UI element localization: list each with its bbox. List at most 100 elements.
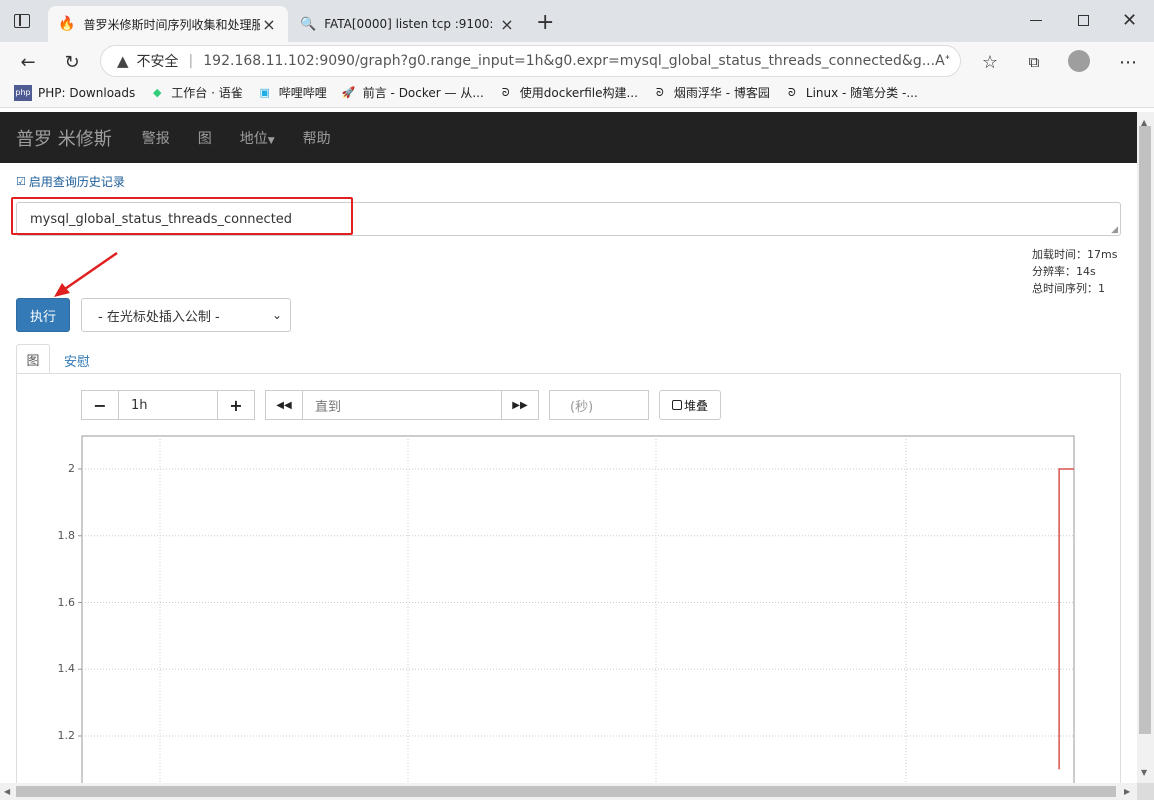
resize-handle-icon[interactable]: ◢ bbox=[1111, 225, 1118, 235]
url-text: 192.168.11.102:9090/graph?g0.range_input… bbox=[203, 53, 936, 69]
time-series-chart bbox=[78, 435, 1075, 783]
prometheus-favicon-icon: 🔥 bbox=[58, 16, 76, 32]
range-decrease-button[interactable]: − bbox=[81, 390, 119, 420]
time-forward-button[interactable]: ▶▶ bbox=[501, 390, 539, 420]
cnblogs-icon: ᘐ bbox=[656, 85, 664, 99]
favorites-icon[interactable]: ☆ bbox=[976, 48, 1004, 76]
scrollbar-corner bbox=[1137, 783, 1154, 800]
end-time-input[interactable]: 直到 bbox=[302, 390, 502, 420]
bookmark-label: 使用dockerfile构建... bbox=[519, 86, 638, 100]
more-menu-icon[interactable]: ⋯ bbox=[1114, 48, 1142, 76]
series-line bbox=[1058, 468, 1074, 770]
annotation-highlight-box bbox=[11, 197, 353, 235]
scroll-right-icon[interactable]: ▶ bbox=[1124, 787, 1130, 796]
search-favicon-icon: 🔍 bbox=[300, 16, 317, 32]
bookmark-label: 烟雨浮华 - 博客园 bbox=[673, 86, 770, 100]
browser-tab-active[interactable]: 🔥 普罗米修斯时间序列收集和处理服务器 × bbox=[48, 6, 288, 42]
scrollbar-thumb[interactable] bbox=[1139, 126, 1151, 734]
close-tab-icon[interactable]: × bbox=[260, 15, 278, 34]
warning-icon: ▲ bbox=[117, 52, 129, 70]
maximize-icon[interactable] bbox=[1078, 15, 1089, 26]
vertical-scrollbar[interactable]: ▲ ▼ bbox=[1137, 112, 1154, 800]
yuque-icon: ◆ bbox=[153, 86, 162, 99]
minimize-icon[interactable] bbox=[1030, 20, 1042, 21]
nav-help[interactable]: 帮助 bbox=[303, 128, 331, 148]
execute-button[interactable]: 执行 bbox=[16, 298, 70, 332]
y-tick-label: 1.4 bbox=[57, 662, 76, 676]
bookmark-item[interactable]: ᘐ 烟雨浮华 - 博客园 bbox=[652, 84, 770, 101]
horizontal-scrollbar[interactable]: ◀ ▶ bbox=[0, 783, 1137, 800]
insert-metric-label: - 在光标处插入公制 - bbox=[98, 309, 220, 325]
tab-graph[interactable]: 图 bbox=[16, 344, 50, 374]
read-aloud-icon[interactable]: Aᐩ bbox=[935, 53, 950, 69]
nav-alerts[interactable]: 警报 bbox=[142, 128, 170, 148]
nav-status[interactable]: 地位▼ bbox=[240, 128, 275, 148]
query-history-label: 启用查询历史记录 bbox=[28, 175, 125, 189]
bookmark-label: 哔哩哔哩 bbox=[278, 86, 327, 100]
total-series: 总时间序列：1 bbox=[1032, 282, 1105, 295]
annotation-arrow bbox=[54, 251, 118, 297]
bookmark-item[interactable]: ▣ 哔哩哔哩 bbox=[257, 84, 327, 101]
load-time: 加载时间：17ms bbox=[1032, 248, 1118, 261]
chevron-down-icon: ⌄ bbox=[271, 308, 282, 322]
rocket-icon: 🚀 bbox=[341, 86, 356, 99]
bookmark-label: 工作台 · 语雀 bbox=[171, 86, 243, 100]
bilibili-icon: ▣ bbox=[259, 86, 270, 99]
hscrollbar-thumb[interactable] bbox=[16, 786, 1116, 797]
y-tick-label: 1.6 bbox=[57, 595, 76, 609]
y-tick-label: 1.2 bbox=[57, 729, 76, 742]
profile-avatar[interactable] bbox=[1068, 50, 1090, 72]
browser-tab[interactable]: 🔍 FATA[0000] listen tcp :9100: bind: add… bbox=[290, 6, 526, 42]
query-stats: 加载时间：17ms 分辨率：14s 总时间序列：1 bbox=[1032, 246, 1117, 297]
tab-title: 普罗米修斯时间序列收集和处理服务器 bbox=[83, 17, 260, 32]
php-icon: php bbox=[14, 84, 32, 101]
browser-tab-bar: 🔥 普罗米修斯时间序列收集和处理服务器 × 🔍 FATA[0000] liste… bbox=[0, 0, 1154, 42]
bookmark-item[interactable]: php PHP: Downloads bbox=[14, 84, 136, 101]
query-history-toggle[interactable]: ☑ 启用查询历史记录 bbox=[16, 173, 125, 190]
bookmark-item[interactable]: 🚀 前言 - Docker — 从... bbox=[341, 84, 484, 101]
back-icon[interactable]: ← bbox=[14, 48, 42, 76]
tab-console-label: 安慰 bbox=[64, 355, 91, 370]
time-back-button[interactable]: ◀◀ bbox=[265, 390, 303, 420]
security-label: 不安全 bbox=[136, 54, 179, 70]
tab-title: FATA[0000] listen tcp :9100: bind: addre… bbox=[324, 17, 498, 31]
brand-logo[interactable]: 普罗 米修斯 bbox=[16, 125, 112, 151]
collections-icon[interactable]: ⧉ bbox=[1020, 48, 1048, 76]
fast-backward-icon: ◀◀ bbox=[276, 399, 292, 411]
nav-status-label: 地位 bbox=[239, 130, 268, 147]
address-bar[interactable]: ▲ 不安全 | 192.168.11.102:9090/graph?g0.ran… bbox=[100, 45, 961, 77]
bookmark-item[interactable]: ᘐ Linux - 随笔分类 -... bbox=[784, 84, 918, 101]
stacked-label: 堆叠 bbox=[683, 398, 708, 413]
cnblogs-icon: ᘐ bbox=[788, 85, 796, 99]
close-window-icon[interactable]: ✕ bbox=[1122, 10, 1137, 31]
insert-metric-select[interactable]: - 在光标处插入公制 - ⌄ bbox=[81, 298, 291, 332]
scroll-down-icon[interactable]: ▼ bbox=[1141, 768, 1147, 777]
range-input[interactable]: 1h bbox=[118, 390, 218, 420]
close-tab-icon[interactable]: × bbox=[498, 15, 516, 34]
bookmark-label: 前言 - Docker — 从... bbox=[362, 86, 484, 100]
cnblogs-icon: ᘐ bbox=[501, 85, 510, 99]
caret-down-icon: ▼ bbox=[267, 135, 275, 146]
tab-graph-label: 图 bbox=[26, 354, 40, 369]
resolution: 分辨率：14s bbox=[1032, 265, 1096, 278]
plot-frame bbox=[81, 435, 1075, 783]
y-tick-label: 2 bbox=[68, 462, 75, 475]
stacked-toggle-button[interactable]: 堆叠 bbox=[659, 390, 721, 420]
y-tick-label: 1.8 bbox=[57, 528, 76, 542]
checkbox-icon bbox=[671, 400, 682, 410]
tab-console[interactable]: 安慰 bbox=[64, 351, 90, 370]
check-icon: ☑ bbox=[16, 175, 26, 188]
address-row: ← ↻ ▲ 不安全 | 192.168.11.102:9090/graph?g0… bbox=[0, 42, 1154, 78]
tab-actions-icon[interactable] bbox=[14, 14, 30, 28]
bookmark-label: Linux - 随笔分类 -... bbox=[805, 86, 918, 100]
bookmark-item[interactable]: ᘐ 使用dockerfile构建... bbox=[498, 84, 638, 101]
nav-graph[interactable]: 图 bbox=[198, 128, 212, 148]
new-tab-icon[interactable]: + bbox=[536, 10, 554, 35]
bookmark-item[interactable]: ◆ 工作台 · 语雀 bbox=[149, 84, 243, 101]
scroll-left-icon[interactable]: ◀ bbox=[4, 787, 10, 796]
refresh-icon[interactable]: ↻ bbox=[58, 48, 86, 76]
resolution-input[interactable]: (秒) bbox=[549, 390, 649, 420]
fast-forward-icon: ▶▶ bbox=[512, 399, 528, 411]
range-increase-button[interactable]: + bbox=[217, 390, 255, 420]
bookmark-label: PHP: Downloads bbox=[38, 85, 136, 100]
